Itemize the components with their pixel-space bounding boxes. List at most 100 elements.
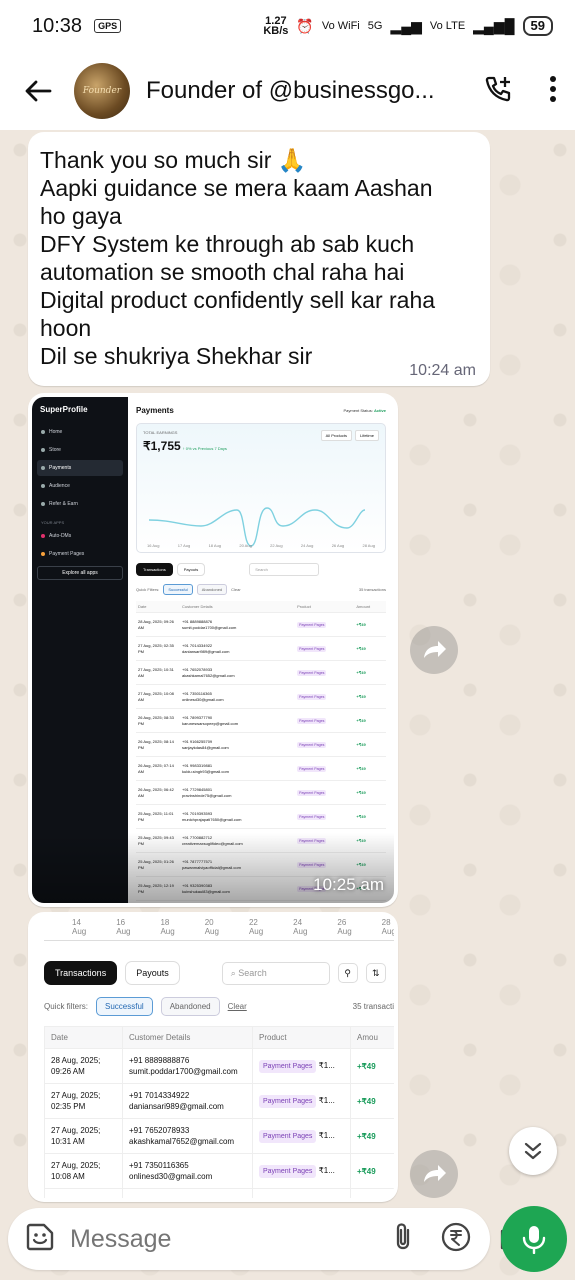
add-call-icon[interactable] [483,74,513,109]
message-time: 10:24 am [409,362,476,379]
signal-icon: ▂▄▆ [390,17,422,34]
sp-quick-label: Quick Filters: [136,587,160,592]
z-clear: Clear [227,1002,247,1011]
sp-chip-successful: Successful [163,584,193,595]
row-customer: +91 7729845801 pravinshinde75@gmail.com [180,780,296,805]
row-product: Payment Pages [295,756,355,781]
sp-filter-time: Lifetime [354,430,379,441]
row-date: 26 Aug, 2025; 07:14 AM [136,756,180,781]
forward-icon[interactable] [410,626,458,674]
row-product: Payment Pages ₹1... [252,1083,351,1119]
image-screenshot[interactable]: SuperProfile Home Store Payments Audienc… [32,397,394,903]
scroll-down-icon[interactable] [509,1127,557,1175]
row-customer: +91 8889888876 sumit.poddar1700@gmail.com [122,1048,253,1084]
avatar[interactable]: Founder [74,63,130,119]
row-customer: +91 7350116365 onlinesd30@gmail.com [122,1153,253,1189]
row-customer: +91 8889888876 sumit.poddar1700@gmail.com [180,612,296,637]
message-composer [8,1208,528,1270]
table-row: 26 Aug, 2025; 08:33 PM +91 7899377790 karu… [136,708,386,733]
sp-nav-payments: Payments [37,460,123,476]
image-message-2[interactable]: 14 Aug 16 Aug 18 Aug 20 Aug 22 Aug 24 Au… [28,912,398,1202]
more-options-icon[interactable] [549,75,557,108]
status-icons: 1.27 KB/s ⏰ Vo WiFi 5G ▂▄▆ Vo LTE ▂▄▆█ 5… [263,16,553,37]
battery-indicator: 59 [522,16,553,36]
row-product: Payment Pages ₹1... [252,1048,351,1084]
image-screenshot-2[interactable]: 14 Aug 16 Aug 18 Aug 20 Aug 22 Aug 24 Au… [32,916,394,1198]
z-quick-label: Quick filters: [44,1002,89,1011]
image-time: 10:25 am [313,875,384,894]
chat-header: Founder Founder of @businessgo... [0,52,575,130]
row-amount: +₹49 [354,708,386,733]
row-amount: +₹49 [350,1048,394,1084]
row-customer: +91 7014334922 daniansari989@gmail.com [122,1083,253,1119]
row-date: 27 Aug, 2025; 02:35 PM [136,636,180,661]
row-date: 26 Aug, 2025; 08:14 PM [136,732,180,757]
avatar-text: Founder [82,86,122,96]
sp-nav-refer: Refer & Earn [37,496,123,512]
signal-5g-label: 5G [367,20,383,32]
table-row: 26 Aug, 2025; 06:42 AM +91 7729845801 prav… [136,780,386,805]
sp-payment-status: Payment Status: Active [343,407,387,413]
row-product: Payment Pages [295,636,355,661]
chat-title[interactable]: Founder of @businessgo... [146,77,441,105]
network-speed: 1.27 KB/s [263,16,289,37]
row-product: Payment Pages [295,660,355,685]
net-speed-unit: KB/s [263,25,289,37]
image-message[interactable]: SuperProfile Home Store Payments Audienc… [28,393,398,907]
row-amount: +₹49 [354,756,386,781]
message-line: automation se smooth chal raha hai [40,259,405,285]
row-product: Payment Pages ₹1... [252,1153,351,1189]
status-time: 10:38 [32,14,83,37]
sp-main: Payments Payment Status: Active TOTAL EA… [128,397,394,903]
row-customer: +91 7652078933 akashkamal7652@gmail.com [180,660,296,685]
row-date: 27 Aug, 2025; 10:31 AM [44,1118,123,1154]
row-amount: +₹49 [354,780,386,805]
message-input[interactable] [70,1224,392,1254]
table-row: 27 Aug, 2025; 02:35 PM +91 7014334922 dani… [136,636,386,661]
row-amount: +₹49 [350,1118,394,1154]
z-chip-abandoned: Abandoned [160,997,220,1016]
mic-button[interactable] [501,1206,567,1272]
gps-icon: GPS [94,19,122,33]
row-amount: +₹49 [354,684,386,709]
row-amount: +₹49 [354,612,386,637]
signal-icon-2: ▂▄▆█ [473,17,515,34]
z-tab-transactions: Transactions [44,961,118,985]
rupee-payment-icon[interactable] [440,1221,472,1258]
sp-search: Search [249,563,320,576]
row-customer: +91 7899377790 karuneswarsopeep@gmail.com [180,708,296,733]
row-amount: +₹49 [354,804,386,829]
sp-chart-xlabels: 16 Aug 17 Aug 18 Aug 20 Aug 22 Aug 24 Au… [147,543,375,548]
row-amount: +₹49 [354,660,386,685]
attach-icon[interactable] [392,1221,414,1258]
table-row: 27 Aug, 2025; 10:31 AM +91 7652078933 akas… [44,1118,394,1154]
sp-nav-audience: Audience [37,478,123,494]
row-customer: +91 7899377790 [122,1188,253,1198]
row-product: Payment Pages [295,780,355,805]
sp-page-title: Payments [136,405,174,415]
row-amount: +₹49 [350,1153,394,1189]
z-count: 35 transacti [352,1002,394,1011]
z-tab-payouts: Payouts [125,961,180,985]
forward-icon-2[interactable] [410,1150,458,1198]
row-customer: +91 9166255709 sanjaykdas84@gmail.com [180,732,296,757]
emoji-icon[interactable] [24,1221,56,1258]
table-row: 26 Aug, 2025; 07:14 AM +91 9983319881 kuld… [136,756,386,781]
row-amount: +₹49 [354,732,386,757]
sp-earnings-card: TOTAL EARNINGS ₹1,755 ↑ 0% vs Previous 7 … [136,423,386,553]
row-date: 26 Aug, 2025; [44,1188,123,1198]
sp-nav-store: Store [37,442,123,458]
sp-chip-abandoned: Abandoned [196,584,228,595]
message-line: DFY System ke through ab sab kuch [40,231,415,257]
row-amount: +₹49 [350,1083,394,1119]
table-row: 27 Aug, 2025; 10:08 AM +91 7350116365 onli… [136,684,386,709]
back-icon[interactable] [18,71,58,111]
row-customer: +91 7652078933 akashkamal7652@gmail.com [122,1118,253,1154]
table-row: 28 Aug, 2025; 09:26 AM +91 8889888876 sumi… [44,1048,394,1084]
row-product: Payment Pages [295,684,355,709]
message-bubble[interactable]: Thank you so much sir 🙏 Aapki guidance s… [28,132,490,386]
z-axis-labels: 14 Aug 16 Aug 18 Aug 20 Aug 22 Aug 24 Au… [72,918,394,936]
message-line: Thank you so much sir 🙏 [40,147,307,173]
header-actions [483,74,557,109]
row-customer: +91 7019393593 munichprajapati7650@gmail.… [180,804,296,829]
